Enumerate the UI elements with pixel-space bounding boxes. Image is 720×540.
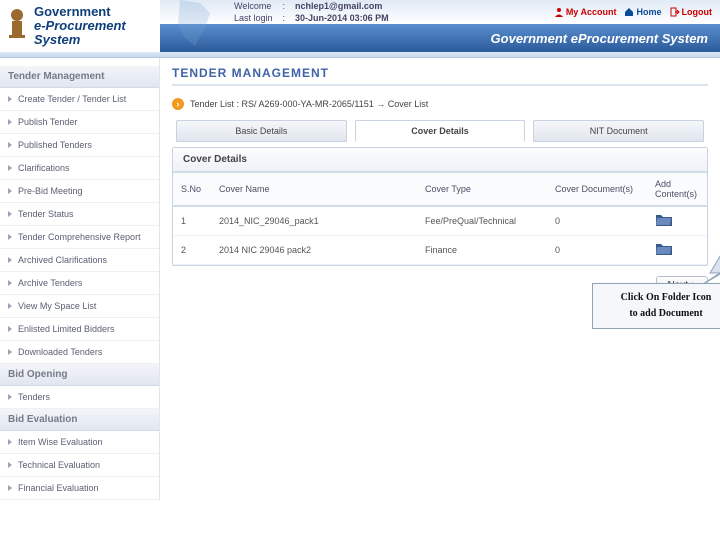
my-account-link[interactable]: My Account [554,7,617,17]
sidebar-item[interactable]: Published Tenders [0,134,159,157]
sidebar-item[interactable]: View My Space List [0,295,159,318]
chevron-right-icon [8,303,12,309]
sidebar-item[interactable]: Downloaded Tenders [0,341,159,364]
cell-docs: 0 [547,206,647,236]
emblem-icon [4,7,30,45]
breadcrumb-text: Tender List : RS/ A269-000-YA-MR-2065/11… [190,99,428,109]
cell-sno: 2 [173,236,211,265]
col-docs: Cover Document(s) [547,173,647,206]
top-links: My Account Home Logout [554,7,712,17]
cell-sno: 1 [173,206,211,236]
cell-docs: 0 [547,236,647,265]
chevron-right-icon [8,439,12,445]
sidebar-item[interactable]: Tenders [0,386,159,409]
sidebar-item-label: Financial Evaluation [18,483,99,493]
welcome-block: Welcome:nchlep1@gmail.com Last login:30-… [228,0,395,25]
sidebar-item[interactable]: Technical Evaluation [0,454,159,477]
breadcrumb: › Tender List : RS/ A269-000-YA-MR-2065/… [172,98,708,110]
sidebar-item[interactable]: Tender Status [0,203,159,226]
tab-cover-details[interactable]: Cover Details [355,120,526,142]
home-icon [624,7,634,17]
chevron-right-icon [8,394,12,400]
sidebar-item-label: Downloaded Tenders [18,347,102,357]
brand-text: Government e-Procurement System [34,5,126,48]
sidebar-item-label: Tender Status [18,209,74,219]
sidebar-section: Bid Evaluation [0,409,159,431]
home-link[interactable]: Home [624,7,661,17]
cell-name: 2014_NIC_29046_pack1 [211,206,417,236]
instruction-callout: Click On Folder Icon to add Document [592,283,720,329]
chevron-right-icon [8,462,12,468]
sidebar: Tender Management Create Tender / Tender … [0,58,160,500]
page-title: TENDER MANAGEMENT [172,58,708,84]
folder-icon[interactable] [655,242,673,256]
cover-table: S.No Cover Name Cover Type Cover Documen… [173,173,707,265]
col-type: Cover Type [417,173,547,206]
chevron-right-icon [8,349,12,355]
callout-pointer-icon [690,218,720,288]
cover-details-panel: Cover Details S.No Cover Name Cover Type… [172,147,708,266]
sidebar-item[interactable]: Item Wise Evaluation [0,431,159,454]
chevron-right-icon [8,188,12,194]
content: TENDER MANAGEMENT › Tender List : RS/ A2… [160,58,720,500]
sidebar-item-label: View My Space List [18,301,96,311]
panel-header: Cover Details [173,148,707,173]
chevron-right-icon [8,96,12,102]
sidebar-item[interactable]: Clarifications [0,157,159,180]
chevron-right-icon [8,257,12,263]
title-underline [172,84,708,86]
tabs: Basic Details Cover Details NIT Document [172,120,708,142]
logout-icon [670,7,680,17]
map-icon [160,0,230,50]
sidebar-item[interactable]: Enlisted Limited Bidders [0,318,159,341]
sidebar-item[interactable]: Financial Evaluation [0,477,159,500]
sidebar-item-label: Publish Tender [18,117,77,127]
chevron-right-icon [8,142,12,148]
col-name: Cover Name [211,173,417,206]
sidebar-item-label: Pre-Bid Meeting [18,186,83,196]
sidebar-item-label: Enlisted Limited Bidders [18,324,115,334]
sidebar-item-label: Tenders [18,392,50,402]
chevron-right-icon [8,280,12,286]
sidebar-item-label: Archive Tenders [18,278,82,288]
col-sno: S.No [173,173,211,206]
chevron-right-icon [8,211,12,217]
logout-link[interactable]: Logout [670,7,713,17]
logo-box: Government e-Procurement System [0,0,160,52]
sidebar-item-label: Archived Clarifications [18,255,107,265]
sidebar-item[interactable]: Pre-Bid Meeting [0,180,159,203]
table-row: 12014_NIC_29046_pack1Fee/PreQual/Technic… [173,206,707,236]
sidebar-item-label: Technical Evaluation [18,460,100,470]
sidebar-item[interactable]: Archived Clarifications [0,249,159,272]
tab-basic-details[interactable]: Basic Details [176,120,347,142]
cell-name: 2014 NIC 29046 pack2 [211,236,417,265]
cell-type: Finance [417,236,547,265]
sidebar-section: Tender Management [0,66,159,88]
sidebar-item[interactable]: Archive Tenders [0,272,159,295]
sidebar-item[interactable]: Publish Tender [0,111,159,134]
chevron-right-icon [8,119,12,125]
sidebar-item[interactable]: Create Tender / Tender List [0,88,159,111]
sidebar-item[interactable]: Tender Comprehensive Report [0,226,159,249]
top-row: Welcome:nchlep1@gmail.com Last login:30-… [160,0,720,24]
sidebar-item-label: Tender Comprehensive Report [18,232,141,242]
col-add: Add Content(s) [647,173,707,206]
folder-icon[interactable] [655,213,673,227]
chevron-right-icon [8,165,12,171]
cell-type: Fee/PreQual/Technical [417,206,547,236]
breadcrumb-icon: › [172,98,184,110]
sidebar-item-label: Item Wise Evaluation [18,437,103,447]
banner: Government eProcurement System [160,24,720,52]
sidebar-item-label: Clarifications [18,163,70,173]
chevron-right-icon [8,234,12,240]
sidebar-item-label: Create Tender / Tender List [18,94,126,104]
sidebar-section: Bid Opening [0,364,159,386]
chevron-right-icon [8,326,12,332]
header: Government e-Procurement System Welcome:… [0,0,720,52]
sidebar-item-label: Published Tenders [18,140,92,150]
tab-nit-document[interactable]: NIT Document [533,120,704,142]
table-row: 22014 NIC 29046 pack2Finance0 [173,236,707,265]
chevron-right-icon [8,485,12,491]
user-icon [554,7,564,17]
